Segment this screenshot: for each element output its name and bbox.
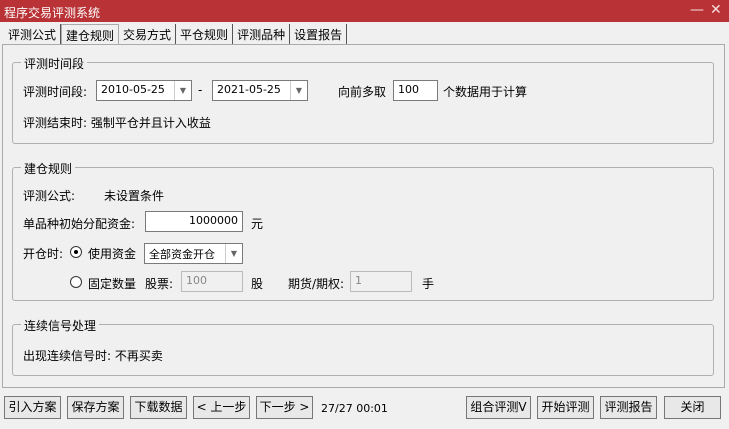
tab-trade-mode[interactable]: 交易方式	[119, 24, 177, 44]
period-label: 评测时间段:	[23, 85, 88, 99]
build-legend: 建仓规则	[21, 160, 76, 177]
capital-input[interactable]: 1000000	[145, 211, 243, 232]
end-date: 2021-05-25	[217, 83, 281, 96]
period-group: 评测时间段	[12, 55, 714, 144]
prev-step-button[interactable]: < 上一步	[193, 396, 250, 419]
funds-select[interactable]: 全部资金开仓 ▼	[144, 243, 243, 264]
formula-label: 评测公式:	[23, 189, 76, 203]
import-plan-button[interactable]: 引入方案	[4, 396, 61, 419]
status-text: 27/27 00:01	[321, 402, 388, 415]
close-button[interactable]: 关闭	[664, 396, 721, 419]
eval-report-button[interactable]: 评测报告	[600, 396, 657, 419]
chevron-down-icon[interactable]: ▼	[290, 81, 307, 100]
combo-eval-button[interactable]: 组合评测V	[466, 396, 531, 419]
date-dash: -	[198, 83, 203, 97]
stock-qty-input[interactable]: 100	[181, 271, 243, 292]
fixed-qty-label[interactable]: 固定数量	[88, 275, 136, 292]
futures-label: 期货/期权:	[288, 277, 345, 291]
tab-instruments[interactable]: 评测品种	[233, 24, 291, 44]
title-bar: 程序交易评测系统 — ✕	[0, 0, 729, 22]
lookback-input[interactable]: 100	[393, 80, 438, 101]
window-title: 程序交易评测系统	[4, 6, 101, 20]
use-funds-label[interactable]: 使用资金	[88, 245, 136, 262]
end-rule-text: 评测结束时: 强制平仓并且计入收益	[23, 116, 211, 130]
end-date-picker[interactable]: 2021-05-25 ▼	[212, 80, 308, 101]
tab-report-settings[interactable]: 设置报告	[290, 24, 348, 44]
download-data-button[interactable]: 下载数据	[130, 396, 187, 419]
next-step-button[interactable]: 下一步 >	[256, 396, 313, 419]
save-plan-button[interactable]: 保存方案	[67, 396, 124, 419]
use-funds-radio[interactable]	[70, 246, 82, 258]
formula-value: 未设置条件	[104, 189, 165, 203]
tab-build-rules[interactable]: 建仓规则	[61, 24, 120, 44]
minimize-button[interactable]: —	[690, 2, 704, 18]
period-legend: 评测时间段	[21, 55, 88, 72]
tab-formula[interactable]: 评测公式	[4, 24, 62, 44]
chevron-down-icon[interactable]: ▼	[174, 81, 191, 100]
stock-label: 股票:	[145, 277, 174, 291]
capital-unit: 元	[251, 217, 264, 231]
funds-option: 全部资金开仓	[149, 248, 215, 261]
lookback-suffix: 个数据用于计算	[443, 85, 528, 99]
stock-unit: 股	[251, 277, 264, 291]
tab-close-rules[interactable]: 平仓规则	[176, 24, 234, 44]
futures-qty-input[interactable]: 1	[350, 271, 412, 292]
start-date-picker[interactable]: 2010-05-25 ▼	[96, 80, 192, 101]
signal-legend: 连续信号处理	[21, 317, 100, 334]
capital-label: 单品种初始分配资金:	[23, 217, 136, 231]
start-eval-button[interactable]: 开始评测	[537, 396, 594, 419]
fixed-qty-radio[interactable]	[70, 276, 82, 288]
close-window-button[interactable]: ✕	[710, 2, 722, 18]
tab-bar: 评测公式 建仓规则 交易方式 平仓规则 评测品种 设置报告	[4, 24, 348, 44]
futures-unit: 手	[422, 277, 435, 291]
signal-text: 出现连续信号时: 不再买卖	[23, 349, 163, 363]
start-date: 2010-05-25	[101, 83, 165, 96]
open-label: 开仓时:	[23, 247, 64, 261]
lookback-label: 向前多取	[338, 85, 387, 99]
chevron-down-icon[interactable]: ▼	[225, 244, 242, 263]
